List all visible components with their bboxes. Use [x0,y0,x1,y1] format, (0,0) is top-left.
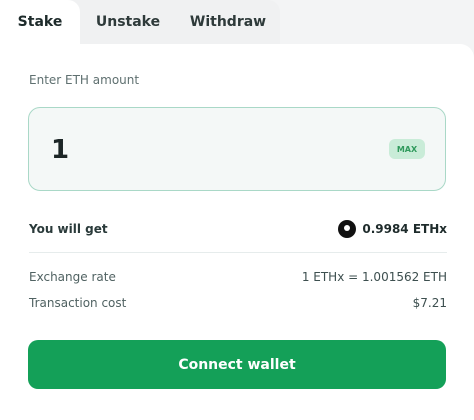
transaction-cost-value: $7.21 [412,296,447,310]
transaction-cost-row: Transaction cost $7.21 [29,294,447,312]
amount-label: Enter ETH amount [29,73,140,87]
divider [29,252,447,253]
transaction-cost-label: Transaction cost [29,296,127,310]
ethx-token-icon [338,220,357,238]
tab-withdraw[interactable]: Withdraw [176,0,280,44]
you-will-get-value-group: 0.9984 ETHx [338,220,447,238]
tab-bar: Stake Unstake Withdraw [0,0,280,44]
tab-stake[interactable]: Stake [0,0,80,44]
max-button[interactable]: MAX [389,139,425,159]
you-will-get-value: 0.9984 ETHx [362,222,447,236]
amount-field-container: MAX [28,107,446,191]
exchange-rate-label: Exchange rate [29,270,116,284]
exchange-rate-row: Exchange rate 1 ETHx = 1.001562 ETH [29,268,447,286]
stake-card: Enter ETH amount MAX You will get 0.9984… [0,44,474,420]
you-will-get-row: You will get 0.9984 ETHx [29,220,447,238]
eth-amount-input[interactable] [51,132,351,168]
tab-unstake[interactable]: Unstake [80,0,176,44]
you-will-get-label: You will get [29,222,108,236]
connect-wallet-button[interactable]: Connect wallet [28,340,446,389]
exchange-rate-value: 1 ETHx = 1.001562 ETH [301,270,447,284]
